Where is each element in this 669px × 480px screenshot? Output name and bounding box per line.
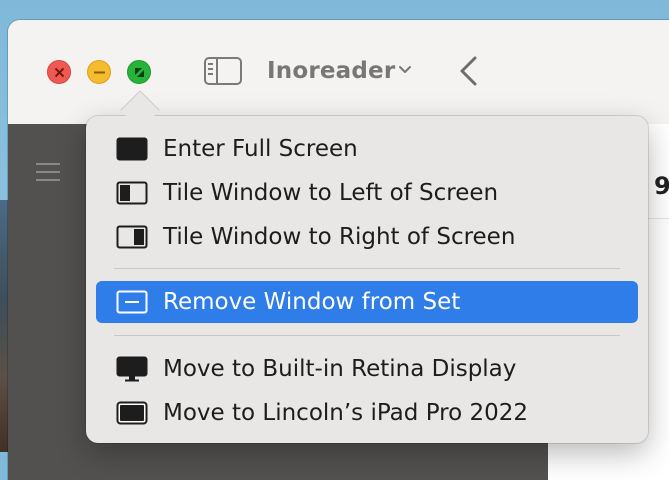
- full-screen-icon: [116, 137, 148, 161]
- menu-item-move-to-retina-display[interactable]: Move to Built-in Retina Display: [96, 348, 638, 390]
- content-heading: 9t: [654, 172, 669, 200]
- close-window-button[interactable]: [47, 60, 71, 84]
- menu-separator: [114, 268, 620, 269]
- back-chevron-icon[interactable]: [457, 55, 481, 87]
- title-bar: Inoreader: [8, 20, 669, 124]
- menu-item-enter-full-screen[interactable]: Enter Full Screen: [96, 128, 638, 170]
- menu-item-label: Move to Built-in Retina Display: [163, 356, 517, 382]
- menu-item-label: Enter Full Screen: [163, 136, 358, 162]
- tile-right-icon: [116, 225, 148, 249]
- sidebar-toggle-icon[interactable]: [204, 57, 242, 85]
- full-screen-arrows-icon: [135, 68, 144, 77]
- menu-item-move-to-ipad[interactable]: Move to Lincoln’s iPad Pro 2022: [96, 392, 638, 434]
- window-tiling-menu: Enter Full Screen Tile Window to Left of…: [86, 116, 648, 443]
- close-icon: [54, 67, 65, 78]
- menu-item-label: Remove Window from Set: [163, 289, 461, 315]
- chevron-down-icon[interactable]: [397, 62, 413, 78]
- display-icon: [116, 356, 148, 382]
- menu-item-remove-from-set[interactable]: Remove Window from Set: [96, 281, 638, 323]
- zoom-window-button[interactable]: [127, 60, 151, 84]
- menu-separator: [114, 335, 620, 336]
- app-title-menu[interactable]: Inoreader: [267, 56, 395, 86]
- tile-left-icon: [116, 181, 148, 205]
- hamburger-menu-icon[interactable]: [35, 162, 61, 182]
- menu-item-tile-left[interactable]: Tile Window to Left of Screen: [96, 172, 638, 214]
- menu-item-tile-right[interactable]: Tile Window to Right of Screen: [96, 216, 638, 258]
- menu-item-label: Tile Window to Right of Screen: [163, 224, 516, 250]
- minimize-icon: [94, 71, 105, 74]
- ipad-icon: [116, 401, 148, 425]
- menu-item-label: Tile Window to Left of Screen: [163, 180, 499, 206]
- menu-item-label: Move to Lincoln’s iPad Pro 2022: [163, 400, 529, 426]
- remove-from-set-icon: [116, 290, 148, 314]
- minimize-window-button[interactable]: [87, 60, 111, 84]
